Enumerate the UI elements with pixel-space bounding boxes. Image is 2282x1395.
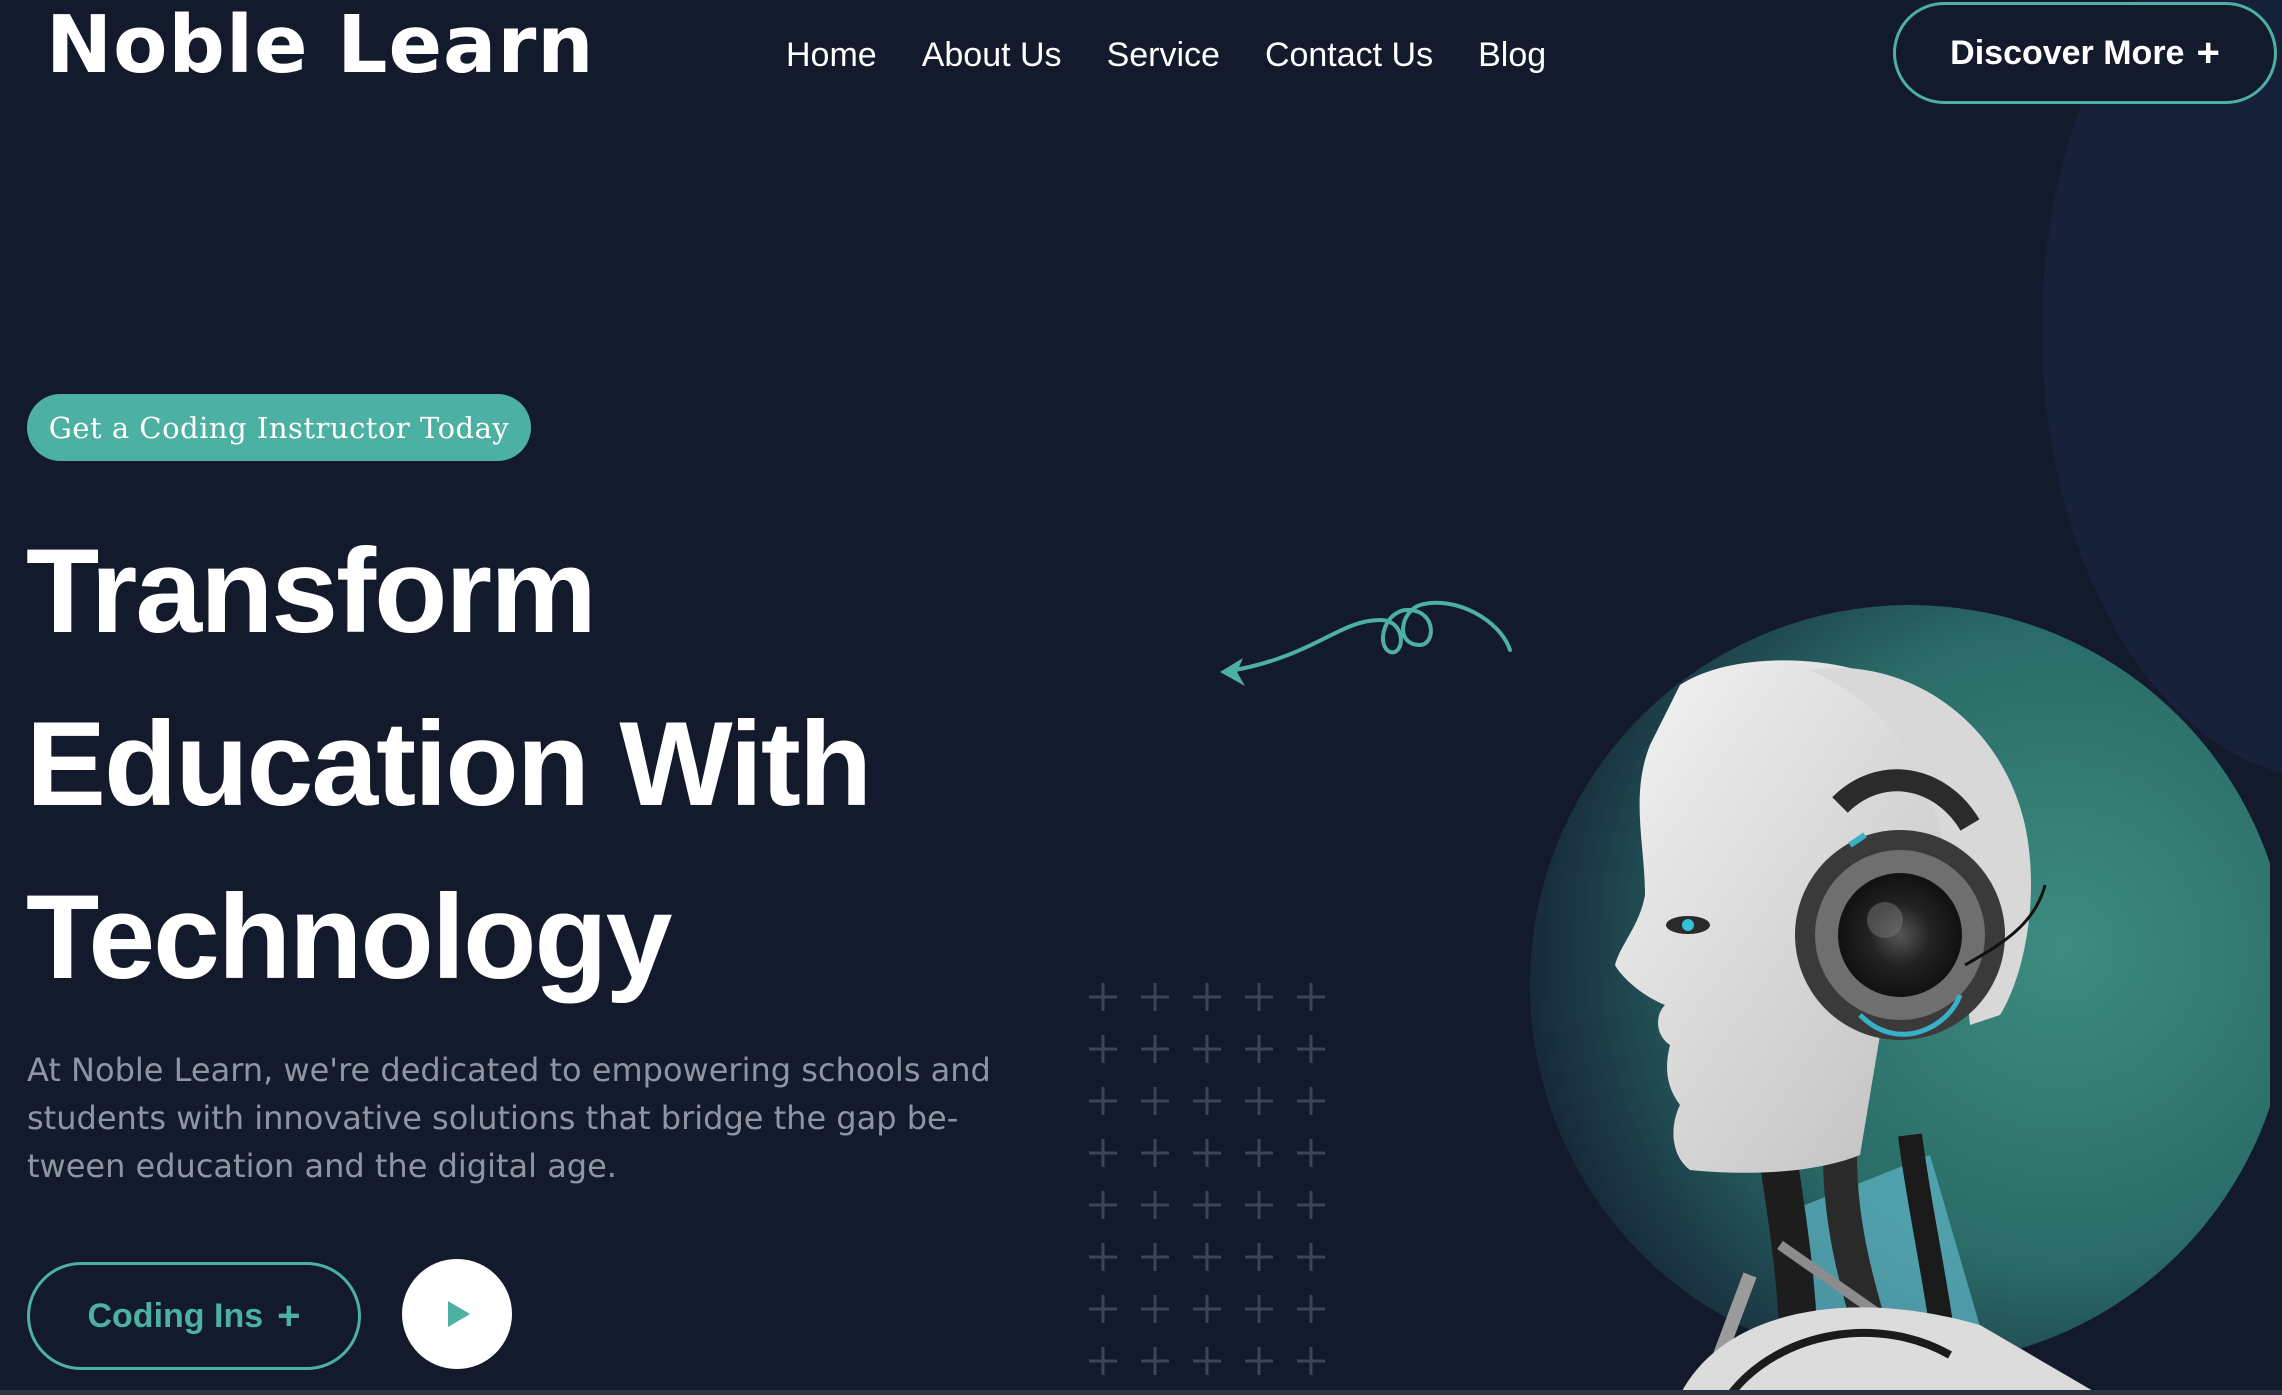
hero-description: At Noble Learn, we're dedicated to empow… xyxy=(27,1051,991,1185)
coding-ins-button[interactable]: Coding Ins + xyxy=(27,1262,361,1370)
discover-more-label: Discover More xyxy=(1950,33,2185,72)
plus-pattern-decoration xyxy=(1089,983,1325,1375)
site-logo[interactable]: Noble Learn xyxy=(46,0,595,90)
nav-service[interactable]: Service xyxy=(1107,30,1220,80)
coding-ins-label: Coding Ins xyxy=(87,1296,264,1335)
headline-line-2: Education With xyxy=(26,697,872,831)
nav-contact-us[interactable]: Contact Us xyxy=(1265,30,1433,80)
headline-line-1: Transform xyxy=(26,524,597,658)
discover-more-button[interactable]: Discover More + xyxy=(1893,2,2277,104)
coding-instructor-badge[interactable]: Get a Coding Instructor Today xyxy=(27,394,531,461)
play-video-button[interactable] xyxy=(402,1259,512,1369)
nav-home[interactable]: Home xyxy=(786,30,877,80)
headline-line-3: Technology xyxy=(26,870,672,1004)
robot-head-image xyxy=(1530,605,2270,1395)
plus-icon: + xyxy=(2196,30,2220,75)
landing-page: Noble Learn Home About Us Service Contac… xyxy=(0,0,2282,1395)
play-icon xyxy=(448,1301,470,1327)
plus-icon: + xyxy=(277,1293,301,1338)
hero-headline: Transform Education With Technology xyxy=(26,505,1026,1024)
curly-arrow-icon xyxy=(1220,600,1512,686)
nav-about-us[interactable]: About Us xyxy=(922,30,1062,80)
main-nav: Home About Us Service Contact Us Blog xyxy=(786,30,1546,80)
bottom-divider xyxy=(0,1390,2282,1395)
nav-blog[interactable]: Blog xyxy=(1478,30,1546,80)
